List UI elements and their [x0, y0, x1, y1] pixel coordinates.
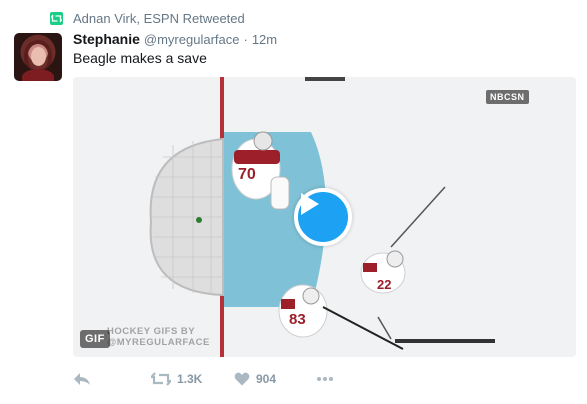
network-logo: NBCSN [486, 90, 529, 104]
more-icon [317, 377, 333, 381]
like-button[interactable]: 904 [234, 372, 316, 386]
more-button[interactable] [316, 376, 334, 382]
gif-media[interactable]: 70 83 22 NBCSN HOCKEY GIFS BY @MYREGULAR… [73, 77, 576, 357]
retweet-context: Adnan Virk, ESPN Retweeted [50, 9, 245, 27]
reply-icon [74, 373, 90, 385]
play-button[interactable] [294, 188, 352, 246]
tweet-actions: 1.3K 904 [73, 370, 334, 388]
skater-number-83: 83 [289, 311, 306, 328]
like-count: 904 [256, 372, 277, 386]
reply-button[interactable] [73, 372, 151, 386]
display-name[interactable]: Stephanie [73, 31, 140, 47]
timestamp[interactable]: 12m [252, 32, 277, 47]
tweet-text: Beagle makes a save [73, 50, 207, 66]
retweet-count: 1.3K [177, 372, 203, 386]
goalie-number: 70 [238, 166, 256, 183]
avatar[interactable] [14, 33, 62, 81]
username[interactable]: @myregularface [144, 32, 240, 47]
watermark: HOCKEY GIFS BY @MYREGULARFACE [107, 326, 210, 348]
retweet-action-icon [151, 372, 171, 386]
heart-icon [234, 372, 250, 386]
tweet-header: Stephanie @myregularface · 12m [73, 31, 277, 47]
separator-dot: · [243, 32, 248, 47]
skater-number-22: 22 [377, 277, 391, 292]
gif-badge: GIF [80, 330, 110, 348]
retweet-button[interactable]: 1.3K [151, 372, 234, 386]
play-icon [301, 193, 319, 215]
retweet-icon [50, 11, 63, 25]
retweet-context-text[interactable]: Adnan Virk, ESPN Retweeted [73, 11, 245, 26]
